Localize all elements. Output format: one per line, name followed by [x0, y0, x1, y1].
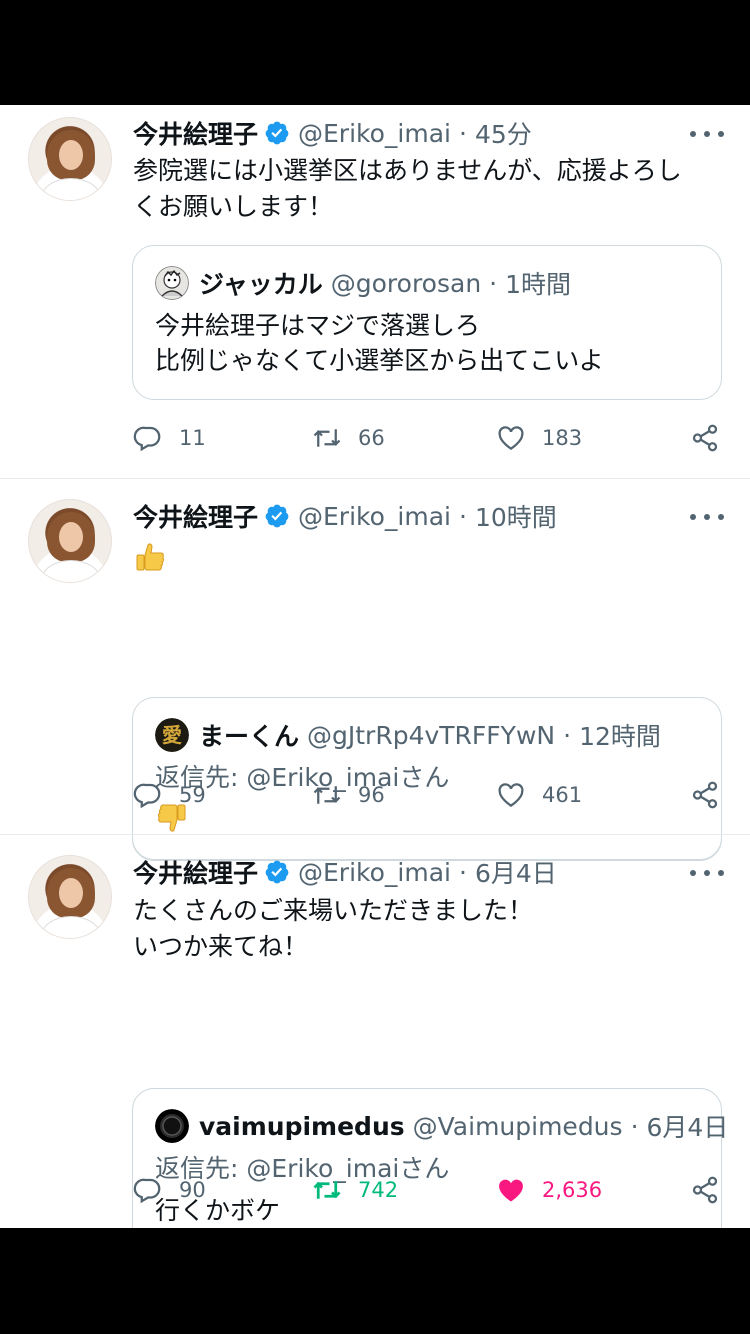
retweet-count: 742	[358, 1178, 399, 1202]
more-options-icon[interactable]	[690, 868, 724, 878]
quoted-tweet-header: ジャッカル @gororosan · 1時間	[155, 266, 571, 300]
quoted-author-handle: @Vaimupimedus	[412, 1111, 623, 1141]
reply-count: 59	[179, 783, 206, 807]
retweet-count: 96	[358, 783, 385, 807]
like-count: 2,636	[542, 1178, 603, 1202]
separator: ·	[563, 720, 572, 750]
tweet[interactable]: 今井絵理子 @Eriko_imai · 10時間 愛 まーくん @gJtrRp4…	[0, 479, 750, 861]
tweet-header: 今井絵理子 @Eriko_imai · 45分	[133, 115, 532, 151]
svg-text:愛: 愛	[162, 723, 182, 747]
share-button[interactable]	[690, 418, 720, 458]
quoted-author-name: vaimupimedus	[199, 1111, 405, 1141]
quoted-avatar	[155, 266, 189, 300]
heart-icon	[498, 426, 524, 450]
verified-badge-icon	[265, 121, 289, 145]
share-icon	[692, 1176, 718, 1204]
share-icon	[692, 781, 718, 809]
thumbs-up-icon	[136, 543, 165, 571]
separator: ·	[489, 268, 498, 298]
quoted-author-handle: @gJtrRp4vTRFFYwN	[307, 720, 556, 750]
more-options-icon[interactable]	[690, 129, 724, 139]
heart-icon	[498, 783, 524, 807]
separator: ·	[458, 857, 467, 887]
like-button[interactable]: 2,636	[496, 1170, 602, 1210]
reply-count: 11	[179, 426, 206, 450]
share-icon	[692, 424, 718, 452]
avatar[interactable]	[28, 117, 112, 201]
quoted-avatar	[155, 1109, 189, 1143]
quoted-tweet-header: 愛 まーくん @gJtrRp4vTRFFYwN · 12時間	[155, 718, 661, 752]
quoted-tweet-header: vaimupimedus @Vaimupimedus · 6月4日	[155, 1109, 728, 1143]
reply-button[interactable]: 11	[133, 418, 206, 458]
timeline[interactable]: 今井絵理子 @Eriko_imai · 45分 参院選には小選挙区はありませんが…	[0, 105, 750, 1228]
tweet[interactable]: 今井絵理子 @Eriko_imai · 6月4日 たくさんのご来場いただきました…	[0, 835, 750, 1228]
retweet-icon	[313, 1181, 341, 1199]
tweet-text-line: くお願いします！	[133, 192, 334, 221]
reply-count: 90	[179, 1178, 206, 1202]
retweet-button[interactable]: 742	[312, 1170, 398, 1210]
reply-button[interactable]: 90	[133, 1170, 206, 1210]
like-count: 183	[542, 426, 583, 450]
author-handle[interactable]: @Eriko_imai	[298, 858, 451, 887]
like-count: 461	[542, 783, 583, 807]
timestamp[interactable]: 45分	[475, 115, 532, 151]
quoted-author-name: ジャッカル	[199, 270, 323, 299]
tweet-actions: 11 66 183	[0, 418, 750, 458]
quoted-avatar: 愛	[155, 718, 189, 752]
quoted-timestamp: 12時間	[579, 722, 661, 751]
timestamp[interactable]: 10時間	[475, 498, 557, 534]
reply-icon	[133, 783, 161, 809]
tweet-text-line: いつか来てね！	[133, 932, 309, 961]
timestamp[interactable]: 6月4日	[475, 854, 557, 890]
quoted-author-name: まーくん	[199, 722, 300, 751]
tweet-text-line: 参院選には小選挙区はありませんが、応援よろし	[133, 156, 682, 185]
tweet-text: 参院選には小選挙区はありませんが、応援よろし くお願いします！	[133, 153, 728, 225]
quoted-text-line: 今井絵理子はマジで落選しろ	[155, 311, 481, 340]
quoted-timestamp: 6月4日	[646, 1113, 729, 1142]
status-bar	[0, 0, 750, 105]
avatar[interactable]	[28, 499, 112, 583]
verified-badge-icon	[265, 860, 289, 884]
tweet-header: 今井絵理子 @Eriko_imai · 6月4日	[133, 854, 557, 890]
retweet-icon	[313, 786, 341, 804]
separator: ·	[458, 501, 467, 531]
separator: ·	[630, 1111, 639, 1141]
share-button[interactable]	[690, 775, 720, 815]
bottom-bar	[0, 1228, 750, 1334]
avatar[interactable]	[28, 855, 112, 939]
retweet-count: 66	[358, 426, 385, 450]
more-options-icon[interactable]	[690, 512, 724, 522]
author-name[interactable]: 今井絵理子	[133, 498, 258, 534]
tweet-actions: 59 96 461	[0, 775, 750, 815]
author-name[interactable]: 今井絵理子	[133, 115, 258, 151]
share-button[interactable]	[690, 1170, 720, 1210]
tweet-actions: 90 742 2,636	[0, 1170, 750, 1210]
tweet-text: たくさんのご来場いただきました！ いつか来てね！	[133, 893, 728, 965]
reply-icon	[133, 426, 161, 452]
retweet-icon	[313, 429, 341, 447]
reply-icon	[133, 1178, 161, 1204]
tweet[interactable]: 今井絵理子 @Eriko_imai · 45分 参院選には小選挙区はありませんが…	[0, 105, 750, 478]
heart-icon	[499, 1179, 523, 1202]
quoted-timestamp: 1時間	[505, 270, 572, 299]
reply-button[interactable]: 59	[133, 775, 206, 815]
quoted-tweet[interactable]: ジャッカル @gororosan · 1時間 今井絵理子はマジで落選しろ 比例じ…	[132, 245, 722, 400]
like-button[interactable]: 183	[496, 418, 582, 458]
tweet-text-line: たくさんのご来場いただきました！	[133, 896, 534, 925]
like-button[interactable]: 461	[496, 775, 582, 815]
quoted-author-handle: @gororosan	[330, 268, 482, 298]
separator: ·	[458, 118, 467, 148]
retweet-button[interactable]: 66	[312, 418, 385, 458]
quoted-text-line: 比例じゃなくて小選挙区から出てこいよ	[155, 346, 604, 375]
verified-badge-icon	[265, 504, 289, 528]
author-name[interactable]: 今井絵理子	[133, 854, 258, 890]
author-handle[interactable]: @Eriko_imai	[298, 502, 451, 531]
tweet-header: 今井絵理子 @Eriko_imai · 10時間	[133, 498, 557, 534]
retweet-button[interactable]: 96	[312, 775, 385, 815]
author-handle[interactable]: @Eriko_imai	[298, 119, 451, 148]
